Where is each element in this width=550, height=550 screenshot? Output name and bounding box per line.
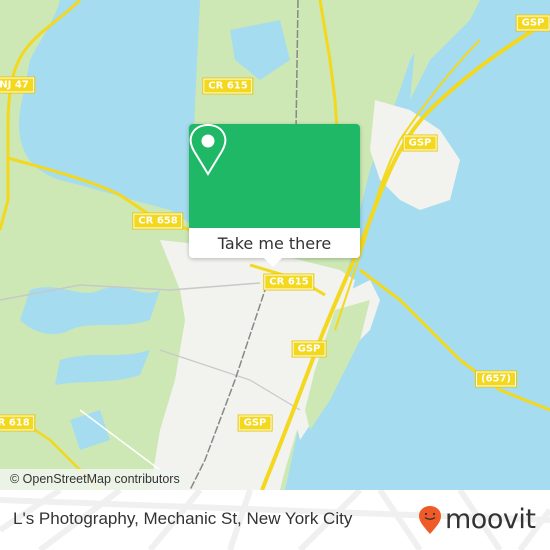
road-label-cr615: CR 615 bbox=[263, 273, 315, 291]
footer-bar: L's Photography, Mechanic St, New York C… bbox=[0, 490, 550, 550]
take-me-there-button[interactable]: Take me there bbox=[189, 228, 360, 258]
road-label-gsp: GSP bbox=[291, 340, 327, 358]
popup-pointer bbox=[263, 257, 283, 267]
road-label-cr615: CR 615 bbox=[202, 77, 254, 95]
place-title: L's Photography, Mechanic St, New York C… bbox=[13, 509, 353, 528]
moovit-pin-icon bbox=[419, 506, 441, 534]
popup-header bbox=[189, 124, 360, 228]
road-label-gsp: GSP bbox=[237, 414, 273, 432]
location-popup: Take me there bbox=[189, 124, 360, 267]
road-label-cr658: CR 658 bbox=[132, 212, 184, 230]
road-label-gsp: GSP bbox=[515, 14, 550, 32]
moovit-wordmark: moovit bbox=[445, 504, 536, 535]
map-view[interactable]: NJ 47 CR 615 GSP GSP CR 658 CR 615 GSP (… bbox=[0, 0, 550, 490]
moovit-logo[interactable]: moovit bbox=[418, 504, 536, 535]
water-area bbox=[69, 20, 193, 170]
road-label-gsp: GSP bbox=[402, 134, 438, 152]
map-pin-icon bbox=[189, 124, 227, 176]
road-cr657 bbox=[359, 268, 550, 412]
road-label-cr618: CR 618 bbox=[0, 414, 36, 432]
road-label-nj47: NJ 47 bbox=[0, 76, 35, 94]
map-attribution[interactable]: © OpenStreetMap contributors bbox=[0, 469, 186, 490]
road-label-657: (657) bbox=[474, 370, 518, 388]
